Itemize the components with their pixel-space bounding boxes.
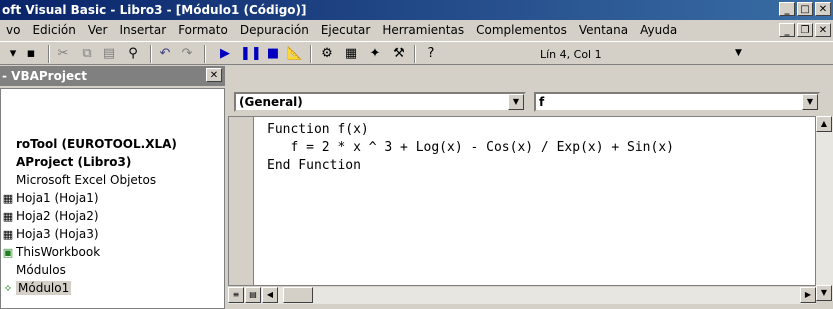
project-panel-title: - VBAProject	[2, 69, 87, 83]
module-view-icon[interactable]: ▤	[245, 287, 261, 303]
code-line: End Function	[267, 158, 361, 173]
minimize-button[interactable]: _	[779, 2, 795, 16]
menu-herramientas[interactable]: Herramientas	[376, 23, 470, 37]
code-combos: (General) ▼ f ▼	[228, 88, 833, 114]
standard-toolbar: ▾ ▪ ✂ ⧉ ▤ ⚲ ↶ ↷ ▶ ❚❚ ■ 📐 ⚙ ▦ ✦ ⚒ ? Lín 4…	[0, 41, 833, 65]
toolbar-options-icon[interactable]: ▼	[735, 48, 742, 58]
menu-ejecutar[interactable]: Ejecutar	[315, 23, 377, 37]
tree-node-thisworkbook[interactable]: ▣ ThisWorkbook	[0, 243, 225, 261]
horizontal-scrollbar[interactable]: ≡ ▤ ◀ ▶	[228, 287, 816, 304]
sheet-icon: ▦	[2, 210, 14, 223]
maximize-button[interactable]: □	[797, 2, 813, 16]
tree-node-hoja2[interactable]: ▦ Hoja2 (Hoja2)	[0, 207, 225, 225]
run-icon[interactable]: ▶	[216, 45, 234, 63]
chevron-down-icon[interactable]: ▼	[508, 94, 524, 110]
undo-icon[interactable]: ↶	[156, 45, 174, 63]
window-title: oft Visual Basic - Libro3 - [Módulo1 (Có…	[2, 3, 307, 17]
design-mode-icon[interactable]: 📐	[286, 45, 304, 63]
code-line: Function f(x)	[267, 122, 369, 137]
scroll-up-icon[interactable]: ▲	[816, 116, 832, 132]
tree-node-hoja3[interactable]: ▦ Hoja3 (Hoja3)	[0, 225, 225, 243]
menu-archivo[interactable]: vo	[0, 23, 26, 37]
copy-icon[interactable]: ⧉	[78, 45, 96, 63]
code-margin	[229, 117, 254, 285]
reset-icon[interactable]: ■	[264, 45, 282, 63]
scroll-thumb[interactable]	[283, 287, 313, 303]
scroll-right-icon[interactable]: ▶	[800, 287, 816, 303]
menu-insertar[interactable]: Insertar	[113, 23, 172, 37]
chevron-down-icon[interactable]: ▼	[802, 94, 818, 110]
sheet-icon: ▦	[2, 228, 14, 241]
scroll-down-icon[interactable]: ▼	[816, 285, 832, 301]
find-icon[interactable]: ⚲	[124, 45, 142, 63]
close-button[interactable]: ✕	[815, 2, 831, 16]
tree-node-hoja1[interactable]: ▦ Hoja1 (Hoja1)	[0, 189, 225, 207]
menu-ayuda[interactable]: Ayuda	[634, 23, 683, 37]
object-browser-icon[interactable]: ✦	[366, 45, 384, 63]
menu-ver[interactable]: Ver	[82, 23, 114, 37]
view-excel-icon[interactable]: ▾	[4, 45, 22, 63]
menu-ventana[interactable]: Ventana	[573, 23, 634, 37]
menu-bar: vo Edición Ver Insertar Formato Depuraci…	[0, 20, 833, 40]
cursor-position: Lín 4, Col 1	[540, 48, 602, 61]
procedure-combo[interactable]: f ▼	[534, 92, 820, 112]
tree-node-excel-objects[interactable]: Microsoft Excel Objetos	[0, 171, 225, 189]
menu-complementos[interactable]: Complementos	[470, 23, 573, 37]
title-bar: oft Visual Basic - Libro3 - [Módulo1 (Có…	[0, 0, 833, 20]
redo-icon[interactable]: ↷	[178, 45, 196, 63]
save-icon[interactable]: ▪	[22, 45, 40, 63]
procedure-view-icon[interactable]: ≡	[228, 287, 244, 303]
scroll-left-icon[interactable]: ◀	[262, 287, 278, 303]
cut-icon[interactable]: ✂	[54, 45, 72, 63]
object-combo[interactable]: (General) ▼	[234, 92, 526, 112]
code-line: f = 2 * x ^ 3 + Log(x) - Cos(x) / Exp(x)…	[267, 140, 674, 155]
pause-icon[interactable]: ❚❚	[240, 45, 262, 63]
toolbox-icon[interactable]: ⚒	[390, 45, 408, 63]
module-icon: ✧	[3, 282, 13, 295]
menu-depuracion[interactable]: Depuración	[234, 23, 315, 37]
project-panel-close-button[interactable]: ✕	[206, 68, 222, 82]
code-editor[interactable]: Function f(x) f = 2 * x ^ 3 + Log(x) - C…	[228, 116, 816, 286]
menu-edicion[interactable]: Edición	[26, 23, 81, 37]
project-tree: roTool (EUROTOOL.XLA) AProject (Libro3) …	[0, 135, 225, 297]
tree-node-vbaproject[interactable]: AProject (Libro3)	[0, 153, 225, 171]
project-panel-header: - VBAProject ✕	[0, 66, 225, 86]
workbook-icon: ▣	[2, 246, 14, 259]
mdi-restore-button[interactable]: ❐	[797, 23, 813, 37]
project-explorer-icon[interactable]: ⚙	[318, 45, 336, 63]
mdi-minimize-button[interactable]: _	[779, 23, 795, 37]
properties-icon[interactable]: ▦	[342, 45, 360, 63]
paste-icon[interactable]: ▤	[100, 45, 118, 63]
mdi-close-button[interactable]: ✕	[815, 23, 831, 37]
tree-node-eurotool[interactable]: roTool (EUROTOOL.XLA)	[0, 135, 225, 153]
help-icon[interactable]: ?	[422, 45, 440, 63]
menu-formato[interactable]: Formato	[172, 23, 234, 37]
tree-node-modulo1[interactable]: ✧ Módulo1	[0, 279, 225, 297]
sheet-icon: ▦	[2, 192, 14, 205]
tree-node-modulos[interactable]: Módulos	[0, 261, 225, 279]
vertical-scrollbar[interactable]: ▲ ▼	[816, 116, 833, 301]
